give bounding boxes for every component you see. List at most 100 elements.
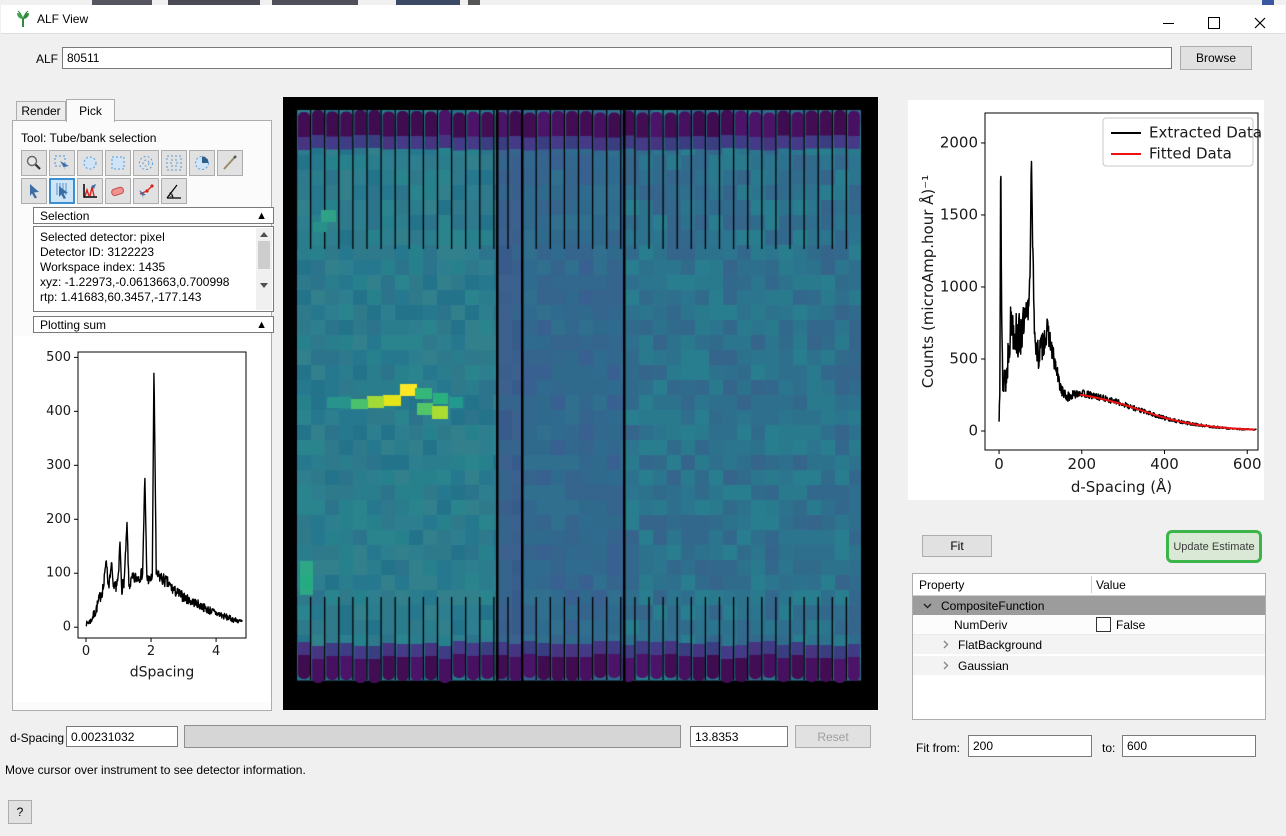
- svg-text:400: 400: [46, 404, 71, 419]
- draw-sector-tool-button[interactable]: [189, 150, 215, 176]
- chevron-right-icon[interactable]: [941, 640, 950, 649]
- fit-to-input[interactable]: [1122, 735, 1256, 757]
- fit-from-input[interactable]: [968, 735, 1092, 757]
- draw-ellipse-tool-button[interactable]: [77, 150, 103, 176]
- pick-tube-icon: [53, 182, 71, 200]
- svg-text:500: 500: [46, 350, 71, 365]
- maximize-button[interactable]: [1197, 11, 1231, 35]
- table-row-flatbackground[interactable]: FlatBackground: [913, 635, 1265, 656]
- table-row-compositefunction[interactable]: CompositeFunction: [913, 596, 1265, 615]
- numderiv-checkbox[interactable]: [1096, 617, 1111, 632]
- draw-rectangle-icon: [109, 154, 127, 172]
- selection-info-box[interactable]: Selected detector: pixel Detector ID: 31…: [33, 226, 274, 312]
- pick-pixel-tool-button[interactable]: [21, 178, 47, 204]
- summed-spectrum-plot[interactable]: 0240100200300400500dSpacing: [14, 336, 270, 702]
- fit-button[interactable]: Fit: [922, 535, 992, 557]
- zoom-tool-button[interactable]: [21, 150, 47, 176]
- reset-button[interactable]: Reset: [795, 725, 871, 748]
- align-angle-tool-button[interactable]: θ: [161, 178, 187, 204]
- draw-free-tool-button[interactable]: [217, 150, 243, 176]
- draw-rectangle-tool-button[interactable]: [105, 150, 131, 176]
- compare-peak-tool-button[interactable]: [133, 178, 159, 204]
- compare-peak-icon: [137, 182, 155, 200]
- value-column-header: Value: [1096, 578, 1126, 592]
- svg-text:Fitted Data: Fitted Data: [1149, 145, 1232, 163]
- selection-line: Selected detector: pixel: [40, 230, 267, 245]
- update-estimate-button[interactable]: Update Estimate: [1166, 530, 1262, 563]
- draw-rectangle-ring-icon: [165, 154, 183, 172]
- draw-rectangle-ring-tool-button[interactable]: [161, 150, 187, 176]
- help-button[interactable]: ?: [8, 800, 32, 824]
- svg-text:500: 500: [949, 349, 978, 367]
- svg-text:4: 4: [212, 644, 220, 659]
- select-peak-tool-button[interactable]: [77, 178, 103, 204]
- close-button[interactable]: [1243, 11, 1277, 35]
- maximize-icon: [1208, 17, 1220, 29]
- selection-line: Detector ID: 3122223: [40, 245, 267, 260]
- draw-ellipse-ring-icon: [137, 154, 155, 172]
- draw-ellipse-icon: [81, 154, 99, 172]
- svg-text:2000: 2000: [940, 133, 978, 151]
- run-number-input[interactable]: [62, 47, 1172, 69]
- dspacing-max-input[interactable]: [690, 726, 788, 747]
- select-peak-icon: [81, 182, 99, 200]
- svg-text:0: 0: [63, 620, 71, 635]
- svg-text:300: 300: [46, 458, 71, 473]
- selection-line: rtp: 1.41683,60.3457,-177.143: [40, 290, 267, 305]
- svg-text:2: 2: [147, 644, 155, 659]
- tool-label: Tool: Tube/bank selection: [21, 131, 156, 145]
- extracted-data-plot[interactable]: 0 200 400 600 0 500 1000 1500 2000 d-Spacing (Å) C…: [908, 100, 1264, 500]
- draw-sector-icon: [193, 154, 211, 172]
- svg-text:0: 0: [994, 455, 1004, 473]
- scroll-down-icon: [260, 283, 268, 288]
- svg-text:1000: 1000: [940, 277, 978, 295]
- property-column-header: Property: [919, 578, 964, 592]
- collapse-icon: ▲: [256, 319, 267, 331]
- svg-text:Counts (microAmp.hour Å)⁻¹: Counts (microAmp.hour Å)⁻¹: [918, 175, 937, 388]
- alf-view-window: ALF View ALF Browse Render Pick Tool: Tu…: [0, 0, 1286, 836]
- browse-button[interactable]: Browse: [1180, 46, 1252, 70]
- close-icon: [1254, 17, 1266, 29]
- edit-shape-tool-button[interactable]: [49, 150, 75, 176]
- status-text: Move cursor over instrument to see detec…: [5, 763, 306, 777]
- svg-text:100: 100: [46, 566, 71, 581]
- title-bar[interactable]: ALF View: [1, 5, 1285, 34]
- scrollbar-thumb[interactable]: [258, 241, 270, 269]
- table-row-numderiv[interactable]: NumDeriv False: [913, 615, 1265, 635]
- update-estimate-label: Update Estimate: [1173, 541, 1254, 553]
- minimize-button[interactable]: [1151, 11, 1185, 35]
- selection-line: xyz: -1.22973,-0.0613663,0.700998: [40, 275, 267, 290]
- svg-text:0: 0: [82, 644, 90, 659]
- instrument-view-canvas[interactable]: [283, 97, 878, 710]
- svg-text:dSpacing: dSpacing: [130, 665, 195, 681]
- svg-text:d-Spacing (Å): d-Spacing (Å): [1071, 477, 1172, 496]
- table-row-gaussian[interactable]: Gaussian: [913, 656, 1265, 677]
- dspacing-min-input[interactable]: [66, 726, 178, 747]
- chevron-right-icon[interactable]: [941, 661, 950, 670]
- draw-ellipse-ring-tool-button[interactable]: [133, 150, 159, 176]
- tab-render[interactable]: Render: [16, 101, 66, 121]
- numderiv-value: False: [1116, 618, 1145, 632]
- svg-text:600: 600: [1233, 455, 1262, 473]
- fit-to-label: to:: [1102, 741, 1115, 755]
- svg-text:1500: 1500: [940, 205, 978, 223]
- dspacing-slider[interactable]: [184, 725, 681, 748]
- window-title: ALF View: [37, 12, 88, 26]
- chevron-down-icon[interactable]: [923, 601, 932, 610]
- edit-shape-icon: [53, 154, 71, 172]
- erase-peak-tool-button[interactable]: [105, 178, 131, 204]
- tab-pick[interactable]: Pick: [66, 99, 115, 122]
- svg-text:0: 0: [968, 421, 978, 439]
- pick-pixel-icon: [25, 182, 43, 200]
- collapse-icon: ▲: [256, 210, 267, 222]
- erase-peak-icon: [109, 182, 127, 200]
- svg-text:200: 200: [1067, 455, 1096, 473]
- plotting-header-label: Plotting sum: [40, 318, 106, 332]
- minimize-icon: [1163, 23, 1174, 24]
- selection-scrollbar[interactable]: [256, 228, 272, 310]
- mantid-logo-icon: [14, 10, 32, 28]
- selection-section-header[interactable]: Selection ▲: [33, 207, 274, 224]
- pick-tube-tool-button[interactable]: [49, 178, 75, 204]
- svg-text:400: 400: [1150, 455, 1179, 473]
- plotting-section-header[interactable]: Plotting sum ▲: [33, 316, 274, 333]
